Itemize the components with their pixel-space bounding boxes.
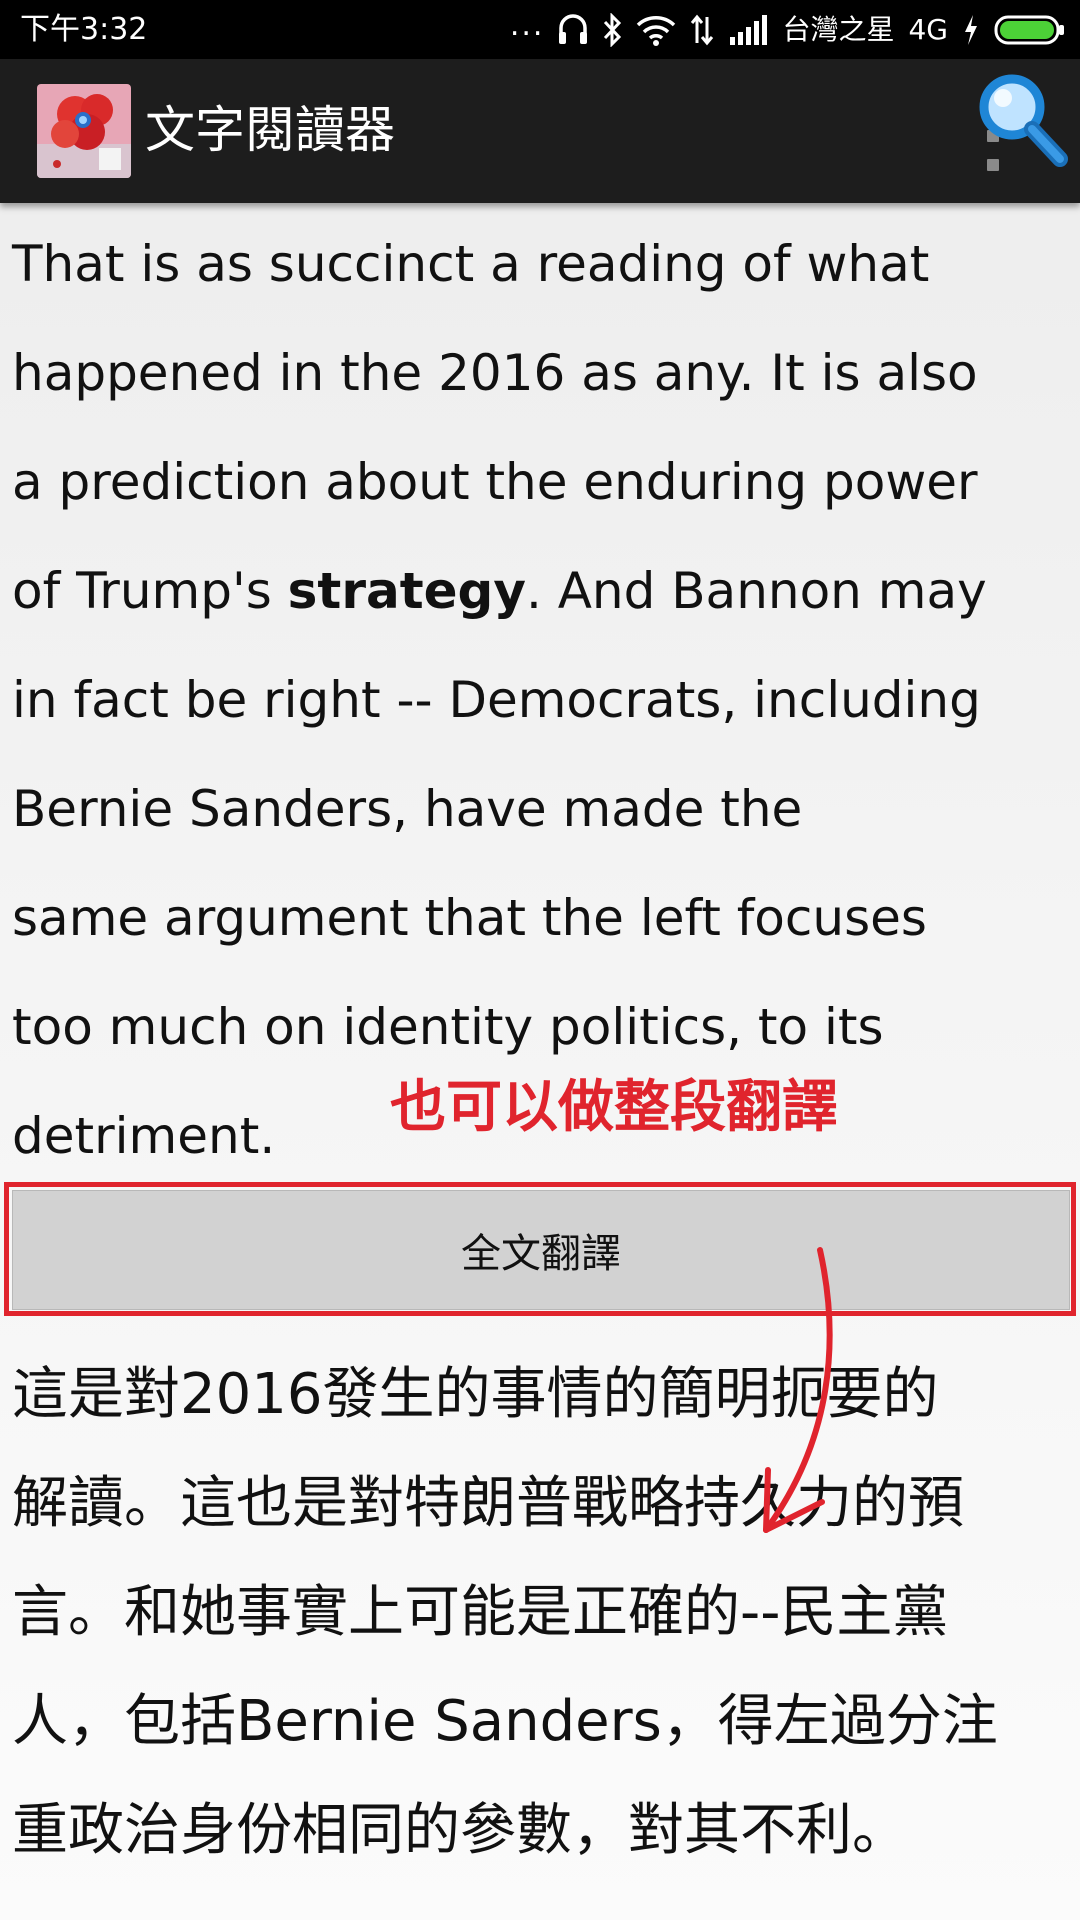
battery-icon (994, 10, 1066, 50)
text-line: That is as succinct a reading of what (12, 235, 930, 293)
annotation-arrow (763, 1247, 833, 1533)
search-button[interactable] (972, 67, 1072, 175)
status-bar: 下午3:32 ... 台灣之星 4G (0, 0, 1080, 59)
text-line: 解讀。這也是對特朗普戰略持久力的預 (12, 1471, 964, 1536)
text-segment: of Trump's (12, 562, 288, 620)
text-line: 這是對2016發生的事情的簡明扼要的 (12, 1362, 939, 1427)
carrier-name: 台灣之星 (782, 13, 895, 46)
text-line: of Trump's strategy. And Bannon may (12, 537, 1062, 646)
charging-icon (962, 10, 980, 50)
translated-text: 這是對2016發生的事情的簡明扼要的 解讀。這也是對特朗普戰略持久力的預 言。和… (12, 1340, 1062, 1885)
text-line: too much on identity politics, to its (12, 998, 884, 1056)
text-line: 重政治身份相同的參數，對其不利。 (12, 1798, 908, 1863)
notification-dots: ... (509, 8, 545, 43)
signal-icon (728, 10, 768, 50)
app-title: 文字閱讀器 (145, 101, 395, 159)
status-time: 下午3:32 (20, 12, 148, 47)
text-line: Bernie Sanders, have made the (12, 780, 803, 838)
app-bar: 文字閱讀器 (0, 59, 1080, 203)
headset-icon (558, 10, 588, 50)
text-segment: . And Bannon may (525, 562, 987, 620)
annotation-highlight-box (4, 1182, 1076, 1316)
search-icon (979, 74, 1068, 167)
data-arrows-icon (690, 10, 714, 50)
wifi-icon (636, 10, 676, 50)
text-line: same argument that the left focuses (12, 889, 927, 947)
text-line: a prediction about the enduring power (12, 453, 978, 511)
text-line: 言。和她事實上可能是正確的--民主黨 (12, 1580, 949, 1645)
text-line: in fact be right -- Democrats, including (12, 671, 981, 729)
status-icons: ... 台灣之星 4G (510, 6, 1066, 54)
app-logo-icon (37, 84, 131, 178)
text-line: happened in the 2016 as any. It is also (12, 344, 978, 402)
highlighted-word[interactable]: strategy (288, 562, 526, 620)
source-text: That is as succinct a reading of what ha… (12, 210, 1062, 1191)
text-line: 人，包括Bernie Sanders，得左過分注 (12, 1689, 998, 1754)
bluetooth-icon (602, 10, 622, 50)
annotation-label: 也可以做整段翻譯 (390, 1075, 838, 1140)
network-type: 4G (908, 13, 948, 46)
